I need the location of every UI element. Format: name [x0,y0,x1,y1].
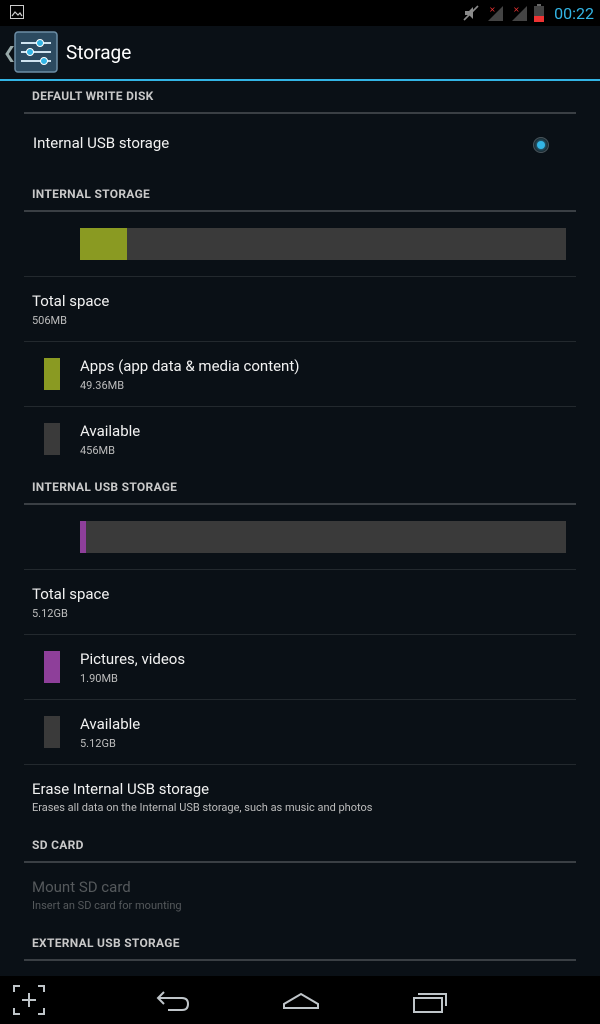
home-icon[interactable] [282,984,320,1016]
apps-title: Apps (app data & media content) [80,357,300,375]
available-color-swatch [44,716,60,748]
svg-text:×: × [513,5,520,14]
available-title: Available [80,422,141,440]
erase-usb-storage-summary: Erases all data on the Internal USB stor… [32,801,373,814]
section-header-sd-card: SD CARD [24,838,576,863]
total-space-title: Total space [32,292,110,310]
section-header-external-usb-storage: EXTERNAL USB STORAGE [24,936,576,961]
no-signal-icon: × [512,5,528,21]
internal-usb-storage-usage-bar [80,521,566,553]
battery-low-icon [534,4,545,22]
recent-apps-icon[interactable] [410,984,448,1016]
pictures-videos-title: Pictures, videos [80,650,186,668]
mount-sd-card-item: Mount SD card Insert an SD card for moun… [0,863,600,927]
status-bar: × × 00:22 [0,0,600,26]
default-write-disk-title: Internal USB storage [33,134,170,152]
internal-storage-usage-bar [80,228,566,260]
section-header-label: DEFAULT WRITE DISK [32,89,154,103]
mount-sd-card-title: Mount SD card [32,878,131,896]
apps-color-swatch [44,358,60,390]
default-write-disk-radio[interactable] [533,137,549,153]
available-value: 456MB [80,444,116,457]
total-space-value: 5.12GB [32,607,68,620]
erase-usb-storage-item[interactable]: Erase Internal USB storage Erases all da… [0,765,600,829]
usb-available-item: Available 5.12GB [0,700,600,764]
svg-text:×: × [489,5,496,14]
total-space-title: Total space [32,585,110,603]
navigation-bar [0,976,600,1024]
internal-usb-storage-usage-fill [80,521,86,553]
no-signal-icon: × [488,5,504,21]
apps-value: 49.36MB [80,379,125,392]
section-header-internal-usb-storage: INTERNAL USB STORAGE [24,480,576,505]
available-color-swatch [44,423,60,455]
available-title: Available [80,715,141,733]
mute-icon [463,5,479,21]
total-space-value: 506MB [32,314,68,327]
pictures-color-swatch [44,651,60,683]
internal-available-item: Available 456MB [0,407,600,471]
image-notification-icon [10,5,24,19]
back-icon[interactable] [154,984,192,1016]
section-header-label: INTERNAL USB STORAGE [32,480,178,494]
default-write-disk-item[interactable]: Internal USB storage [24,114,576,176]
section-header-label: EXTERNAL USB STORAGE [32,936,180,950]
usb-pictures-videos-item[interactable]: Pictures, videos 1.90MB [0,635,600,699]
page-title: Storage [66,41,132,64]
pictures-videos-value: 1.90MB [80,672,118,685]
settings-sliders-icon[interactable] [14,31,58,73]
usb-total-space-item: Total space 5.12GB [0,570,600,634]
action-bar: ❮ Storage [0,26,600,81]
internal-apps-item[interactable]: Apps (app data & media content) 49.36MB [0,342,600,406]
available-value: 5.12GB [80,737,116,750]
section-header-label: SD CARD [32,838,84,852]
section-header-default-write-disk: DEFAULT WRITE DISK [24,89,576,114]
erase-usb-storage-title: Erase Internal USB storage [32,780,210,798]
mount-sd-card-summary: Insert an SD card for mounting [32,899,182,912]
internal-total-space-item: Total space 506MB [0,277,600,341]
section-header-label: INTERNAL STORAGE [32,187,151,201]
status-time: 00:22 [554,3,594,23]
screenshot-icon[interactable] [12,984,46,1016]
section-header-internal-storage: INTERNAL STORAGE [24,187,576,212]
internal-storage-usage-fill [80,228,128,260]
status-icons: × × 00:22 [462,0,594,26]
